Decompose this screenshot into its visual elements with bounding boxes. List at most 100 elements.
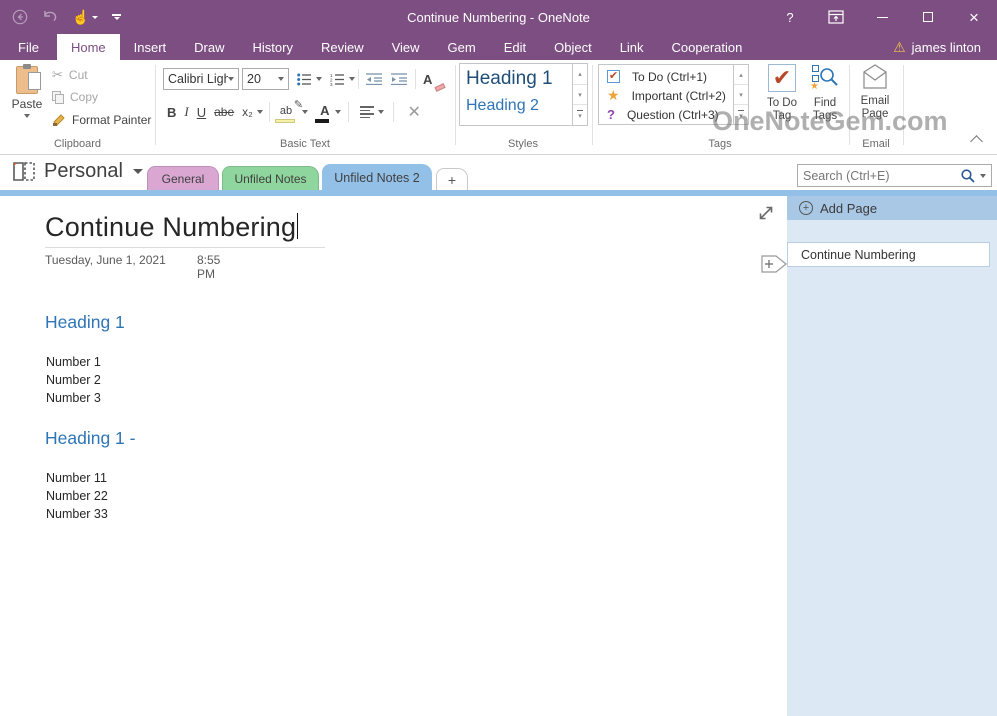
page-time: 8:55 PM — [197, 253, 220, 281]
title-underline — [45, 247, 325, 248]
decrease-indent-button[interactable] — [362, 68, 387, 90]
title-bar: ☝ Continue Numbering - OneNote ? × — [0, 0, 997, 34]
minimize-icon — [877, 17, 888, 18]
tag-todo-label: To Do (Ctrl+1) — [632, 70, 707, 84]
clear-formatting-button[interactable]: A — [419, 68, 436, 90]
style-heading1[interactable]: Heading 1 — [466, 68, 553, 90]
tab-review[interactable]: Review — [307, 34, 378, 60]
search-box — [797, 164, 992, 187]
chevron-down-icon[interactable] — [316, 77, 322, 81]
font-name-value: Calibri Light — [168, 72, 228, 86]
page-list-item-selected[interactable]: Continue Numbering — [787, 242, 990, 267]
search-input[interactable] — [803, 169, 956, 183]
tab-draw[interactable]: Draw — [180, 34, 238, 60]
tag-question[interactable]: ? Question (Ctrl+3) — [599, 105, 719, 124]
tag-important[interactable]: ★ Important (Ctrl+2) — [599, 86, 726, 105]
tab-insert[interactable]: Insert — [120, 34, 181, 60]
close-icon: × — [969, 9, 979, 26]
format-painter-label: Format Painter — [72, 113, 151, 127]
subscript-button[interactable]: x₂ — [238, 101, 257, 123]
list-indent-controls: 123 A — [293, 68, 436, 90]
copy-button[interactable]: Copy — [52, 90, 98, 104]
cut-button[interactable]: ✂ Cut — [52, 67, 88, 83]
numbering-button[interactable]: 123 — [326, 68, 349, 90]
tab-object[interactable]: Object — [540, 34, 606, 60]
styles-gallery: Heading 1 Heading 2 ▴▾▾ — [459, 63, 588, 126]
onenote-window: ☝ Continue Numbering - OneNote ? × File … — [0, 0, 997, 716]
full-page-view-icon[interactable] — [757, 204, 775, 227]
gallery-more-icon: ▾ — [573, 105, 587, 125]
strikethrough-button[interactable]: abe — [210, 101, 238, 123]
section-tab-general[interactable]: General — [147, 166, 219, 190]
insert-page-arrow-icon[interactable] — [761, 251, 787, 282]
font-size-combobox[interactable]: 20 — [242, 68, 289, 90]
tag-todo[interactable]: ✔ To Do (Ctrl+1) — [599, 67, 707, 86]
paste-button[interactable]: Paste — [6, 64, 48, 132]
tag-important-label: Important (Ctrl+2) — [632, 89, 726, 103]
bullets-button[interactable] — [293, 68, 316, 90]
increase-indent-button[interactable] — [387, 68, 412, 90]
paragraph-alignment-icon — [360, 106, 374, 118]
chevron-down-icon[interactable] — [349, 77, 355, 81]
tab-cooperation[interactable]: Cooperation — [658, 34, 757, 60]
underline-button[interactable]: U — [193, 101, 210, 123]
section-tab-unfiled-notes[interactable]: Unfiled Notes — [222, 166, 319, 190]
tab-link[interactable]: Link — [606, 34, 658, 60]
account-badge[interactable]: ⚠ james linton — [893, 34, 997, 60]
styles-group-label: Styles — [473, 138, 573, 150]
ribbon-tab-row: File Home Insert Draw History Review Vie… — [0, 34, 997, 60]
chevron-down-icon[interactable] — [335, 110, 341, 114]
search-scope-dropdown-icon[interactable] — [980, 174, 986, 178]
envelope-icon — [860, 64, 890, 90]
add-page-button[interactable]: + Add Page — [787, 196, 997, 220]
section-tab-unfiled-notes-2[interactable]: Unfiled Notes 2 — [322, 164, 432, 190]
new-section-button[interactable]: + — [436, 168, 468, 190]
tab-gem[interactable]: Gem — [434, 34, 490, 60]
maximize-button[interactable] — [905, 0, 951, 34]
font-size-value: 20 — [247, 72, 278, 86]
collapse-ribbon-button[interactable] — [972, 137, 981, 146]
chevron-down-icon[interactable] — [257, 110, 263, 114]
help-button[interactable]: ? — [767, 0, 813, 34]
tab-view[interactable]: View — [378, 34, 434, 60]
delete-formatting-button[interactable]: ✕ — [403, 101, 424, 123]
paragraph-alignment-button[interactable] — [356, 101, 378, 123]
scroll-up-icon: ▴ — [573, 64, 587, 85]
tab-edit[interactable]: Edit — [490, 34, 540, 60]
page-title-text: Continue Numbering — [45, 212, 296, 242]
close-button[interactable]: × — [951, 0, 997, 34]
page-canvas[interactable]: Continue Numbering Tuesday, June 1, 2021… — [0, 196, 787, 716]
italic-button[interactable]: I — [180, 101, 192, 123]
page-title[interactable]: Continue Numbering — [45, 212, 298, 243]
todo-checkbox-icon: ✔ — [607, 70, 620, 83]
font-color-button[interactable]: A — [316, 101, 333, 123]
text-cursor — [297, 213, 298, 239]
bold-button[interactable]: B — [163, 101, 180, 123]
tab-history[interactable]: History — [239, 34, 307, 60]
bullets-icon — [297, 73, 312, 86]
cut-label: Cut — [69, 68, 88, 82]
style-heading2[interactable]: Heading 2 — [466, 97, 539, 115]
find-tags-icon: ★ — [810, 64, 840, 92]
heading-1[interactable]: Heading 1 — [45, 312, 125, 333]
question-mark-icon: ? — [607, 107, 615, 122]
chevron-down-icon[interactable] — [378, 110, 384, 114]
tab-file[interactable]: File — [0, 34, 57, 60]
tags-group-label: Tags — [670, 138, 770, 150]
minimize-button[interactable] — [859, 0, 905, 34]
number-list-2[interactable]: Number 11 Number 22 Number 33 — [46, 469, 108, 523]
add-page-label: Add Page — [820, 201, 877, 216]
window-controls: ? × — [767, 0, 997, 34]
highlight-button[interactable]: ab✎ — [276, 101, 296, 123]
scissors-icon: ✂ — [52, 67, 63, 83]
scroll-up-icon: ▴ — [734, 65, 748, 85]
font-name-combobox[interactable]: Calibri Light — [163, 68, 239, 90]
search-icon[interactable] — [961, 169, 975, 183]
format-painter-button[interactable]: Format Painter — [52, 113, 151, 127]
tab-home[interactable]: Home — [57, 34, 120, 60]
notebook-dropdown[interactable]: Personal — [12, 160, 143, 183]
number-list-1[interactable]: Number 1 Number 2 Number 3 — [46, 353, 101, 407]
heading-2[interactable]: Heading 1 - — [45, 428, 135, 449]
styles-gallery-scrollbar[interactable]: ▴▾▾ — [572, 64, 587, 125]
ribbon-display-options-button[interactable] — [813, 0, 859, 34]
